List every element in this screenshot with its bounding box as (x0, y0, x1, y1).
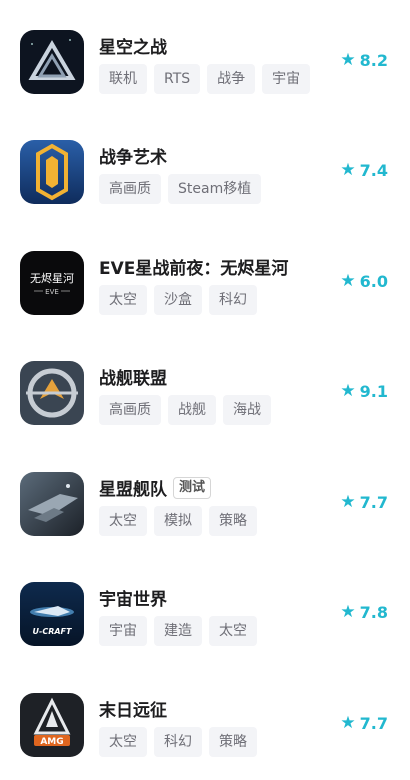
ucraft-icon: U-CRAFT (20, 582, 84, 646)
game-title: EVE星战前夜：无烬星河 (99, 259, 289, 279)
rating: ★ 9.1 (340, 382, 388, 401)
tag: 太空 (99, 285, 147, 315)
test-badge: 测试 (173, 476, 212, 499)
star-icon: ★ (340, 381, 356, 401)
amg-logo-icon: AMG (20, 693, 84, 757)
game-title: 战争艺术 (99, 148, 167, 168)
game-title: 战舰联盟 (99, 369, 167, 389)
warship-emblem-icon (20, 361, 84, 425)
eve-icon-subtext: EVE (45, 288, 59, 296)
star-icon: ★ (340, 492, 356, 512)
game-title: 末日远征 (99, 701, 167, 721)
tag: Steam移植 (168, 174, 262, 204)
triangle-logo-icon (20, 30, 84, 94)
tag-list: 太空 科幻 策略 (99, 727, 257, 757)
tag: 模拟 (154, 506, 202, 536)
gold-emblem-icon (20, 140, 84, 204)
tag: 宇宙 (99, 616, 147, 646)
game-item[interactable]: 战舰联盟 高画质 战舰 海战 ★ 9.1 (0, 331, 410, 441)
eve-icon-text: 无烬星河 (30, 272, 74, 285)
rating-value: 7.7 (359, 493, 388, 512)
tag: 科幻 (154, 727, 202, 757)
ucraft-icon-text: U-CRAFT (33, 627, 73, 636)
tag: 策略 (209, 727, 257, 757)
tag: 建造 (154, 616, 202, 646)
tag-list: 太空 沙盒 科幻 (99, 285, 257, 315)
star-icon: ★ (340, 50, 356, 70)
tag-list: 高画质 Steam移植 (99, 174, 262, 204)
tag: 高画质 (99, 395, 161, 425)
tag-list: 宇宙 建造 太空 (99, 616, 257, 646)
eve-logo-icon: 无烬星河 EVE (20, 251, 84, 315)
star-icon: ★ (340, 602, 356, 622)
tag: 海战 (223, 395, 271, 425)
tag: 沙盒 (154, 285, 202, 315)
tag: 战舰 (168, 395, 216, 425)
game-title: 星空之战 (99, 38, 167, 58)
space-fleet-icon (20, 472, 84, 536)
tag: 策略 (209, 506, 257, 536)
rating-value: 6.0 (359, 272, 388, 291)
amg-icon-text: AMG (40, 737, 63, 747)
game-item[interactable]: 星空之战 联机 RTS 战争 宇宙 ★ 8.2 (0, 0, 410, 110)
game-item[interactable]: 星盟舰队 测试 太空 模拟 策略 ★ 7.7 (0, 442, 410, 552)
rating-value: 9.1 (359, 382, 388, 401)
tag-list: 太空 模拟 策略 (99, 506, 257, 536)
star-icon: ★ (340, 160, 356, 180)
tag-list: 联机 RTS 战争 宇宙 (99, 64, 311, 94)
tag: 太空 (99, 727, 147, 757)
rating-value: 7.4 (359, 161, 388, 180)
game-item[interactable]: 战争艺术 高画质 Steam移植 ★ 7.4 (0, 110, 410, 220)
tag: 联机 (99, 64, 147, 94)
tag: 战争 (207, 64, 256, 94)
rating: ★ 7.4 (340, 161, 388, 180)
tag: 科幻 (209, 285, 257, 315)
tag: 高画质 (99, 174, 161, 204)
star-icon: ★ (340, 271, 356, 291)
rating: ★ 6.0 (340, 272, 388, 291)
game-title: 宇宙世界 (99, 590, 167, 610)
game-item[interactable]: AMG 末日远征 太空 科幻 策略 ★ 7.7 (0, 663, 410, 773)
rating: ★ 8.2 (340, 51, 388, 70)
tag: 宇宙 (262, 64, 311, 94)
rating: ★ 7.7 (340, 714, 388, 733)
star-icon: ★ (340, 713, 356, 733)
rating-value: 8.2 (359, 51, 388, 70)
tag: 太空 (99, 506, 147, 536)
rating: ★ 7.7 (340, 493, 388, 512)
game-list: 星空之战 联机 RTS 战争 宇宙 ★ 8.2 战争艺术 高画质 Steam移植 (0, 0, 410, 780)
tag-list: 高画质 战舰 海战 (99, 395, 271, 425)
rating-value: 7.8 (359, 603, 388, 622)
game-item[interactable]: U-CRAFT 宇宙世界 宇宙 建造 太空 ★ 7.8 (0, 552, 410, 662)
game-title: 星盟舰队 测试 (99, 475, 212, 500)
rating: ★ 7.8 (340, 603, 388, 622)
rating-value: 7.7 (359, 714, 388, 733)
game-item[interactable]: 无烬星河 EVE EVE星战前夜：无烬星河 太空 沙盒 科幻 ★ 6.0 (0, 221, 410, 331)
tag: 太空 (209, 616, 257, 646)
tag: RTS (154, 64, 201, 94)
